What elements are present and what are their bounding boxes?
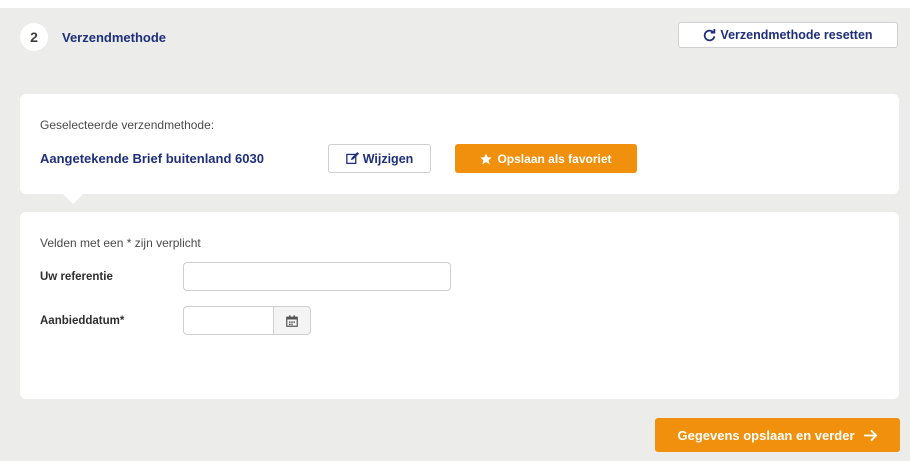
save-favorite-label: Opslaan als favoriet	[497, 151, 612, 166]
reference-label: Uw referentie	[40, 271, 113, 283]
reset-shipping-method-button[interactable]: Verzendmethode resetten	[678, 22, 898, 48]
edit-icon	[345, 152, 359, 165]
panel-pointer	[62, 193, 84, 204]
calendar-icon	[286, 314, 298, 327]
required-fields-note: Velden met een * zijn verplicht	[40, 236, 201, 250]
save-favorite-button[interactable]: Opslaan als favoriet	[455, 144, 637, 173]
top-strip	[0, 0, 910, 8]
calendar-button[interactable]	[273, 306, 311, 335]
step-title: Verzendmethode	[62, 30, 167, 45]
step-number: 2	[20, 23, 48, 51]
selected-method-value: Aangetekende Brief buitenland 6030	[40, 151, 264, 166]
star-icon	[480, 152, 493, 165]
save-and-continue-label: Gegevens opslaan en verder	[677, 427, 855, 443]
arrow-right-icon	[863, 429, 878, 442]
selected-method-label: Geselecteerde verzendmethode:	[40, 118, 215, 132]
edit-button[interactable]: Wijzigen	[328, 144, 431, 173]
edit-button-label: Wijzigen	[362, 151, 414, 166]
date-label: Aanbieddatum*	[40, 315, 125, 327]
refresh-icon	[703, 28, 716, 42]
save-and-continue-button[interactable]: Gegevens opslaan en verder	[655, 418, 900, 452]
reset-button-label: Verzendmethode resetten	[720, 28, 873, 42]
reference-input[interactable]	[183, 262, 451, 291]
date-input[interactable]	[183, 306, 273, 335]
